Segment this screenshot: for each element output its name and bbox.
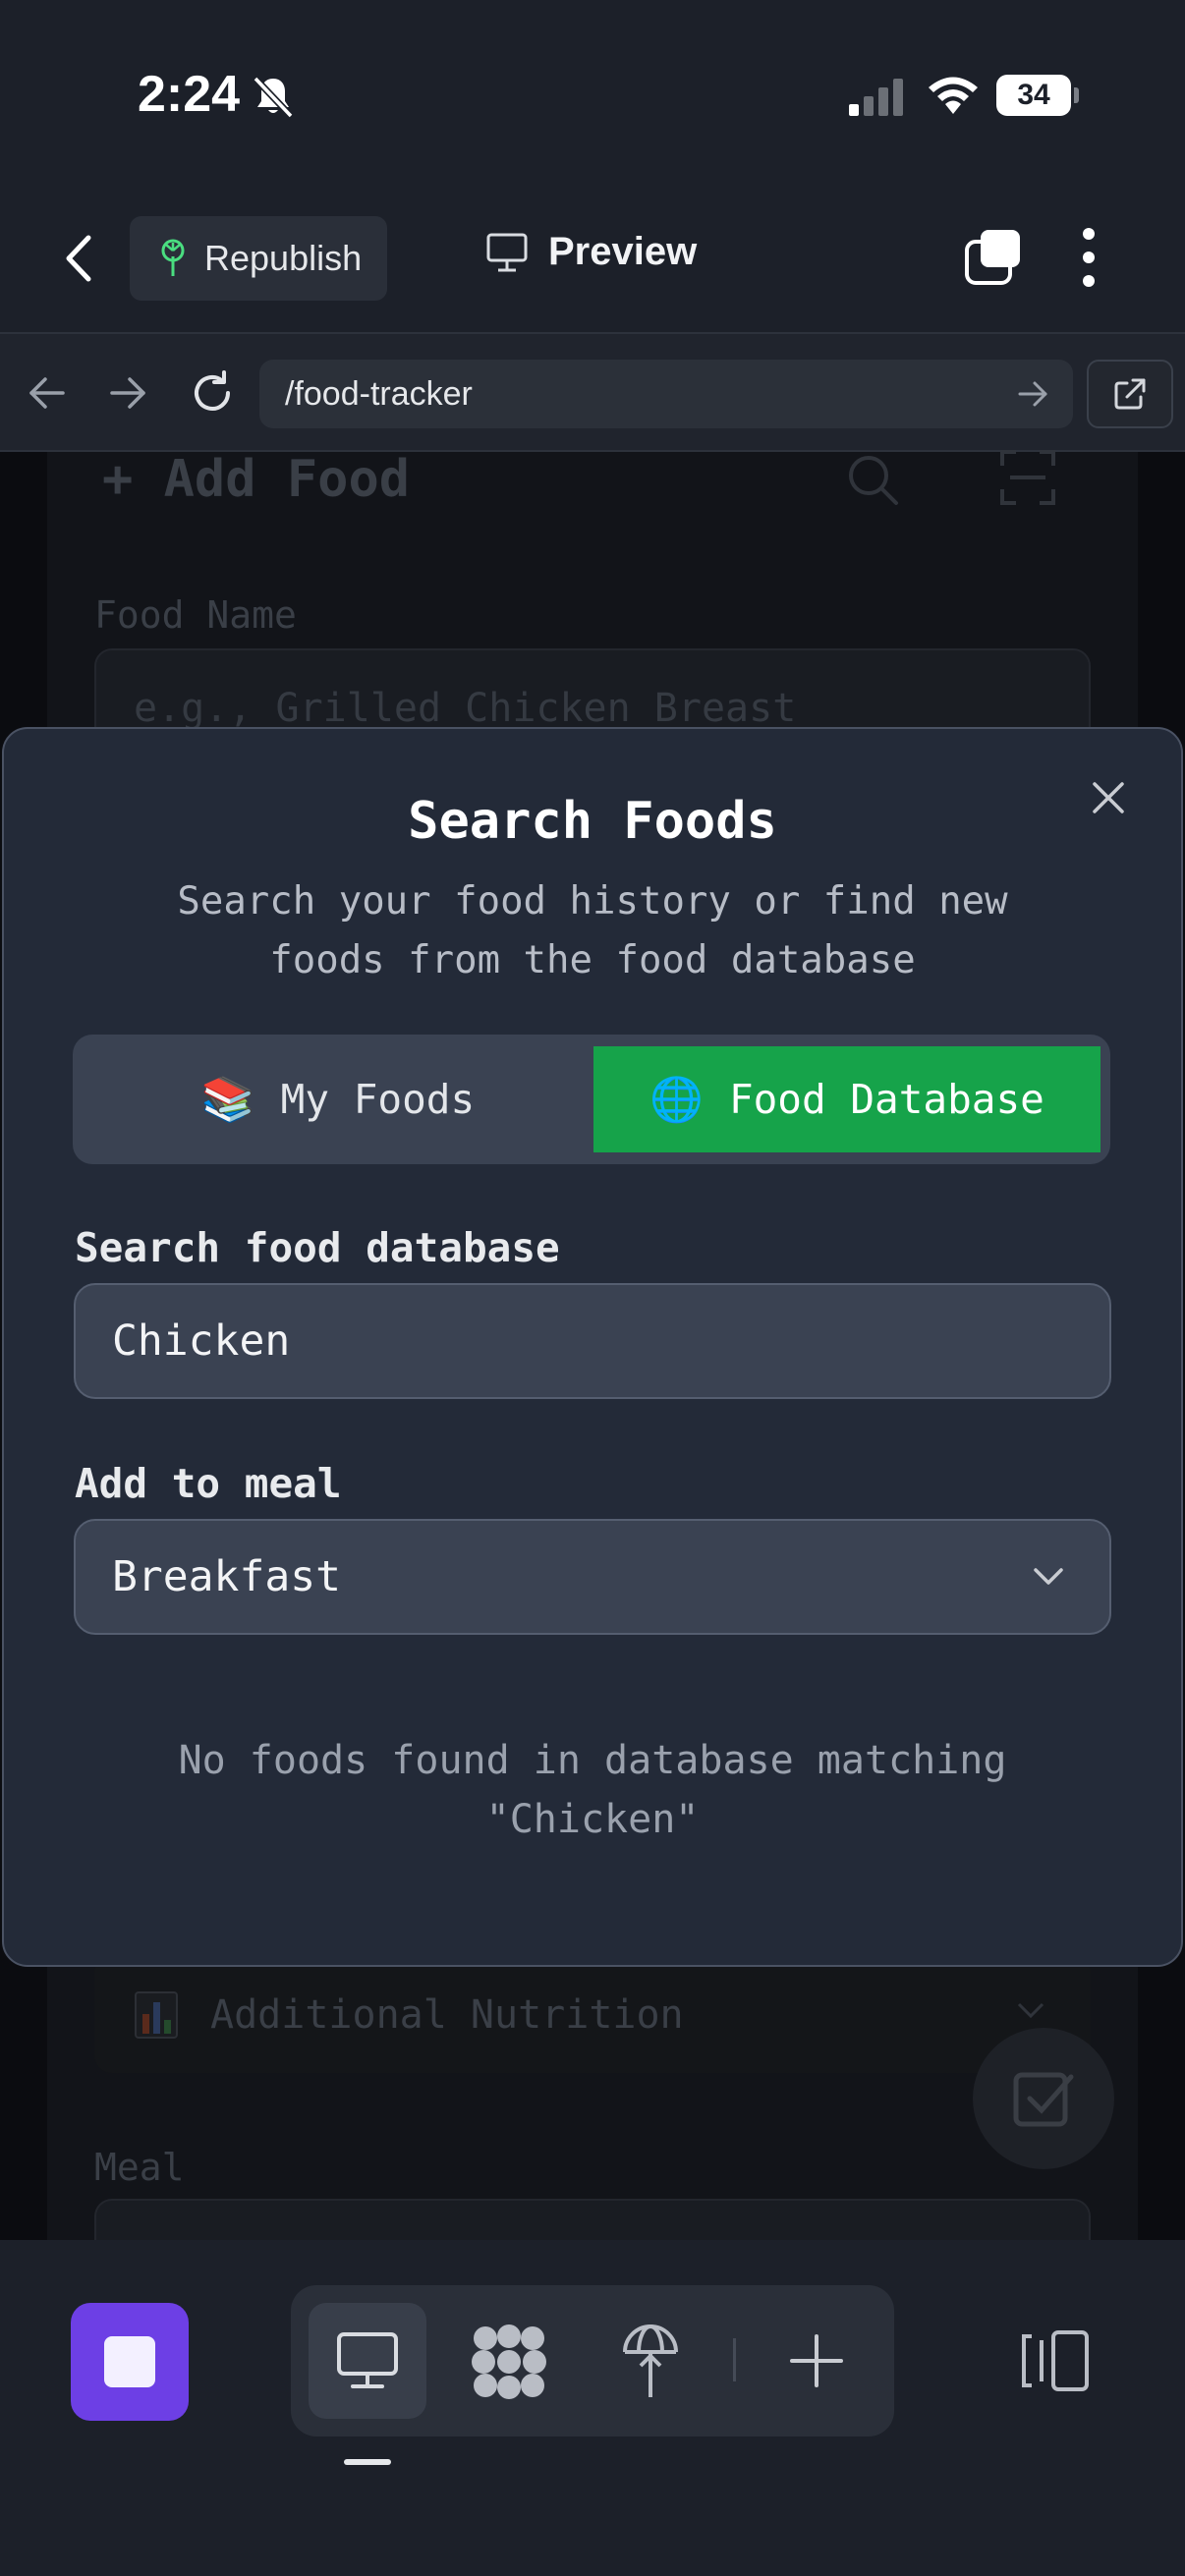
bell-slash-icon xyxy=(253,76,294,119)
tab-food-database[interactable]: 🌐 Food Database xyxy=(593,1046,1100,1152)
signal-icon xyxy=(849,79,903,116)
empty-state-message: No foods found in database matching "Chi… xyxy=(178,1738,1007,1842)
additional-nutrition-label: Additional Nutrition xyxy=(210,1992,684,2038)
wifi-icon xyxy=(929,77,978,114)
modal-subtitle: Search your food history or find new foo… xyxy=(177,879,1008,982)
chevron-down-icon xyxy=(1017,2002,1044,2019)
globe-icon: 🌐 xyxy=(649,1075,704,1125)
sprout-icon xyxy=(161,239,185,276)
search-input[interactable]: Chicken xyxy=(74,1283,1111,1399)
chevron-down-icon xyxy=(1034,1568,1063,1585)
food-name-label: Food Name xyxy=(94,593,297,637)
monitor-icon xyxy=(486,233,528,271)
meal-label: Meal xyxy=(94,2146,185,2189)
tab-my-foods-label: My Foods xyxy=(280,1076,476,1123)
scan-icon xyxy=(1000,450,1055,505)
tab-food-database-label: Food Database xyxy=(728,1076,1044,1123)
status-time: 2:24 xyxy=(138,66,241,123)
active-tab-indicator xyxy=(344,2459,391,2465)
republish-button[interactable]: Republish xyxy=(130,216,387,301)
split-view-icon[interactable] xyxy=(1018,2328,1093,2393)
plus-icon[interactable] xyxy=(788,2332,845,2389)
republish-label: Republish xyxy=(204,238,363,278)
search-icon xyxy=(849,456,898,505)
back-chevron-icon[interactable] xyxy=(59,232,98,285)
modal-title: Search Foods xyxy=(408,792,777,851)
food-name-placeholder: e.g., Grilled Chicken Breast xyxy=(134,686,797,731)
monitor-icon xyxy=(337,2332,398,2388)
books-icon: 📚 xyxy=(200,1075,255,1125)
stop-button[interactable] xyxy=(71,2303,189,2421)
external-link-icon xyxy=(1114,378,1146,410)
preview-tab[interactable]: Preview xyxy=(485,230,697,274)
arrow-right-icon[interactable] xyxy=(1016,377,1049,411)
search-label: Search food database xyxy=(75,1224,560,1271)
battery-indicator: 34 xyxy=(996,75,1079,116)
battery-level: 34 xyxy=(1017,79,1050,111)
reload-icon[interactable] xyxy=(189,369,236,417)
url-field[interactable]: /food-tracker xyxy=(259,360,1073,428)
open-external-button[interactable] xyxy=(1087,360,1173,428)
tab-my-foods[interactable]: 📚 My Foods xyxy=(85,1046,592,1152)
windows-icon[interactable] xyxy=(963,228,1022,287)
toolbar-divider xyxy=(733,2338,736,2381)
checkbox-icon xyxy=(1013,2072,1074,2127)
preview-label: Preview xyxy=(548,230,698,273)
kebab-icon[interactable] xyxy=(1081,226,1097,289)
arrow-right-icon[interactable] xyxy=(106,371,149,415)
stop-icon xyxy=(104,2336,155,2387)
save-fab xyxy=(973,2028,1114,2169)
database-icon[interactable] xyxy=(470,2324,548,2399)
desktop-preview-button[interactable] xyxy=(309,2303,426,2419)
meal-select-label: Add to meal xyxy=(75,1460,342,1507)
arrow-left-icon[interactable] xyxy=(26,371,69,415)
bar-chart-icon xyxy=(135,1991,178,2039)
source-tabs: 📚 My Foods 🌐 Food Database xyxy=(73,1035,1110,1164)
deploy-icon[interactable] xyxy=(619,2321,682,2399)
meal-select[interactable]: Breakfast xyxy=(74,1519,1111,1635)
add-food-title: + Add Food xyxy=(102,450,411,509)
url-text: /food-tracker xyxy=(285,374,473,413)
